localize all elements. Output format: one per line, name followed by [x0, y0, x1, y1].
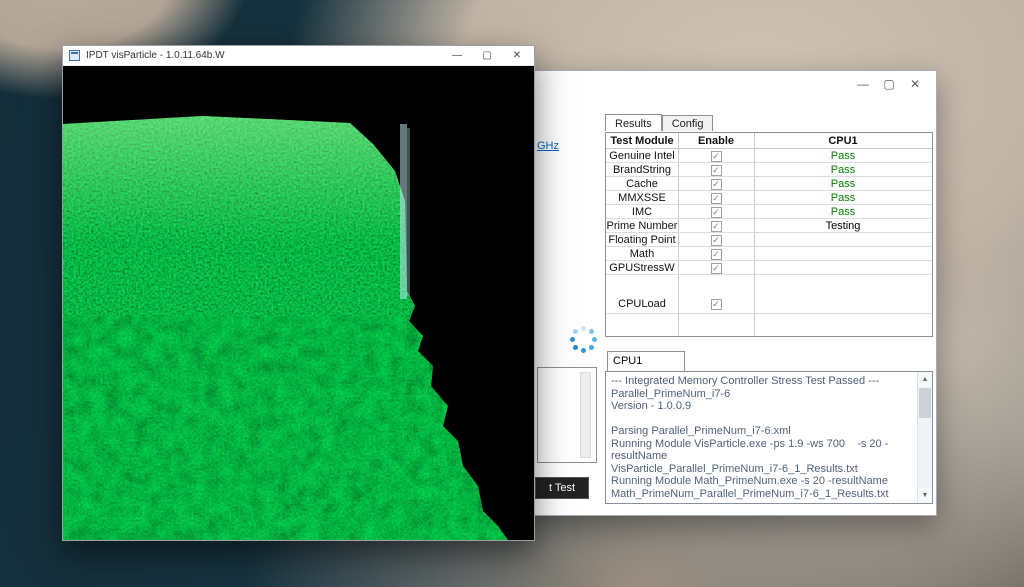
- module-status: Pass: [830, 178, 856, 190]
- minimize-button[interactable]: —: [850, 74, 876, 94]
- close-button[interactable]: ✕: [502, 46, 532, 66]
- app-icon: [69, 50, 80, 61]
- enable-cell: ✓: [678, 149, 754, 162]
- enable-cell: ✓: [678, 191, 754, 204]
- module-status: [754, 294, 932, 313]
- abort-test-button[interactable]: t Test: [535, 477, 589, 499]
- table-row: Floating Point ✓: [606, 233, 932, 247]
- list-scrollbar[interactable]: [580, 372, 591, 458]
- enable-cell: ✓: [678, 177, 754, 190]
- table-row: Genuine Intel ✓ Pass: [606, 149, 932, 163]
- enable-checkbox[interactable]: ✓: [710, 248, 722, 260]
- enable-cell: ✓: [678, 163, 754, 176]
- table-row-spacer: [606, 275, 932, 294]
- enable-checkbox[interactable]: ✓: [710, 298, 722, 310]
- header-test-module: Test Module: [610, 135, 674, 147]
- enable-cell: ✓: [678, 294, 754, 313]
- ipdt-main-window: — ▢ ✕ GHz Results Config Test Module Ena…: [524, 70, 937, 516]
- module-status: Pass: [830, 164, 856, 176]
- table-row: GPUStressW ✓: [606, 261, 932, 275]
- table-row: Cache ✓ Pass: [606, 177, 932, 191]
- enable-checkbox[interactable]: ✓: [710, 150, 722, 162]
- cpu1-log-box: --- Integrated Memory Controller Stress …: [605, 371, 933, 504]
- scroll-up-icon[interactable]: ▲: [918, 372, 932, 387]
- module-name: CPULoad: [618, 298, 666, 310]
- module-status: [754, 233, 932, 246]
- enable-cell: ✓: [678, 219, 754, 232]
- particle-render-viewport: [63, 66, 534, 540]
- module-name: Math: [629, 248, 655, 260]
- module-name: Cache: [626, 178, 658, 190]
- test-module-table: Test Module Enable CPU1 Genuine Intel ✓ Pa…: [605, 132, 933, 337]
- enable-checkbox[interactable]: ✓: [710, 164, 722, 176]
- enable-checkbox[interactable]: ✓: [710, 262, 722, 274]
- enable-checkbox[interactable]: ✓: [710, 234, 722, 246]
- tab-config[interactable]: Config: [661, 115, 714, 131]
- maximize-button[interactable]: ▢: [876, 74, 902, 94]
- table-row: CPULoad ✓: [606, 294, 932, 314]
- table-row: IMC ✓ Pass: [606, 205, 932, 219]
- module-status: Testing: [825, 220, 861, 232]
- module-status: Pass: [830, 150, 856, 162]
- table-header-row: Test Module Enable CPU1: [606, 133, 932, 149]
- table-row: BrandString ✓ Pass: [606, 163, 932, 177]
- scroll-down-icon[interactable]: ▼: [918, 488, 932, 503]
- module-name: GPUStressW: [609, 262, 675, 274]
- visparticle-window: IPDT visParticle - 1.0.11.64b.W — ▢ ✕: [62, 45, 535, 541]
- module-status: [754, 247, 932, 260]
- test-module-table-body: Genuine Intel ✓ Pass BrandString ✓ Pass Cache ✓…: [606, 149, 932, 314]
- enable-checkbox[interactable]: ✓: [710, 206, 722, 218]
- tab-results[interactable]: Results: [605, 114, 662, 131]
- green-particle-cube: [63, 66, 534, 540]
- enable-checkbox[interactable]: ✓: [710, 192, 722, 204]
- enable-cell: ✓: [678, 233, 754, 246]
- partially-visible-list[interactable]: [537, 367, 597, 463]
- results-config-tabs: Results Config: [605, 114, 714, 131]
- visparticle-titlebar[interactable]: IPDT visParticle - 1.0.11.64b.W — ▢ ✕: [63, 46, 534, 66]
- enable-checkbox[interactable]: ✓: [710, 220, 722, 232]
- cpu-frequency-link[interactable]: GHz: [537, 140, 559, 152]
- module-name: Genuine Intel: [609, 150, 675, 162]
- cpu1-group-label: CPU1: [607, 351, 685, 372]
- module-name: Prime Number: [606, 220, 678, 232]
- main-window-titlebar[interactable]: — ▢ ✕: [525, 71, 936, 101]
- table-row: Prime Number ✓ Testing: [606, 219, 932, 233]
- module-status: Pass: [830, 206, 856, 218]
- module-status: Pass: [830, 192, 856, 204]
- header-cpu1: CPU1: [828, 135, 858, 147]
- table-row: MMXSSE ✓ Pass: [606, 191, 932, 205]
- log-scrollbar[interactable]: ▲ ▼: [917, 372, 932, 503]
- close-button[interactable]: ✕: [902, 74, 928, 94]
- header-enable: Enable: [697, 135, 735, 147]
- module-name: BrandString: [612, 164, 672, 176]
- cpu1-log[interactable]: --- Integrated Memory Controller Stress …: [611, 375, 914, 500]
- enable-checkbox[interactable]: ✓: [710, 178, 722, 190]
- scrollbar-thumb[interactable]: [919, 388, 931, 418]
- window-title: IPDT visParticle - 1.0.11.64b.W: [86, 50, 225, 61]
- loading-spinner-icon: [567, 323, 599, 355]
- module-name: MMXSSE: [618, 192, 666, 204]
- enable-cell: ✓: [678, 261, 754, 274]
- table-row: Math ✓: [606, 247, 932, 261]
- module-status: [754, 261, 932, 274]
- enable-cell: ✓: [678, 247, 754, 260]
- module-name: IMC: [631, 206, 653, 218]
- maximize-button[interactable]: ▢: [472, 46, 502, 66]
- enable-cell: ✓: [678, 205, 754, 218]
- minimize-button[interactable]: —: [442, 46, 472, 66]
- module-name: Floating Point: [608, 234, 676, 246]
